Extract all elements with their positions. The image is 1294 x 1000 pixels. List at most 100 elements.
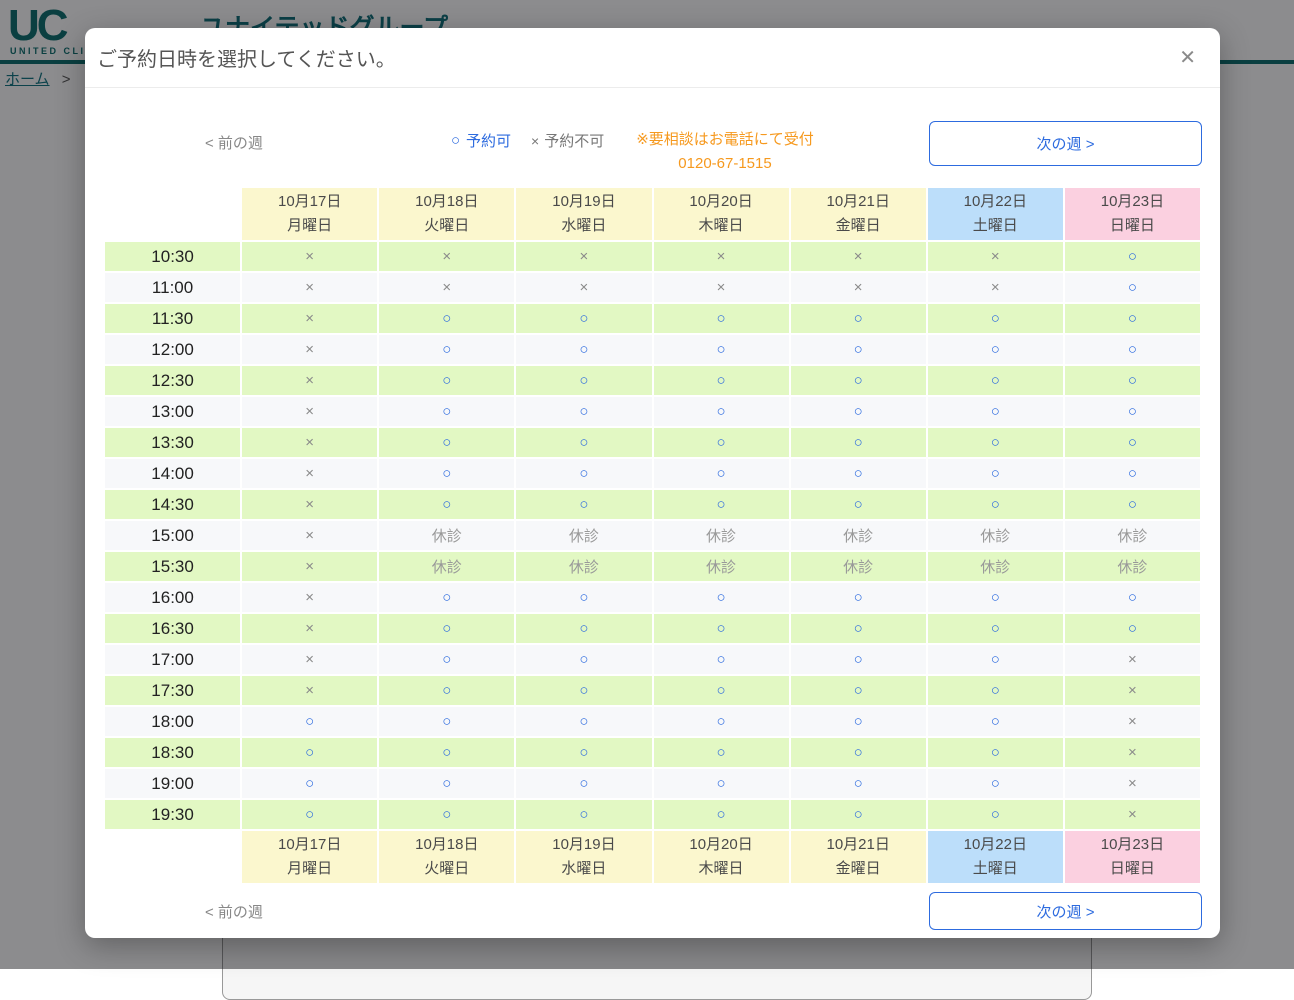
- slot-available-cell[interactable]: ○: [378, 644, 515, 675]
- slot-available-cell[interactable]: ○: [515, 737, 652, 768]
- slot-available-cell[interactable]: ○: [1064, 303, 1201, 334]
- slot-available-cell[interactable]: ○: [515, 613, 652, 644]
- slot-available-cell[interactable]: ○: [927, 396, 1064, 427]
- slot-available-cell[interactable]: ○: [653, 582, 790, 613]
- slot-available-cell[interactable]: ○: [241, 799, 378, 830]
- slot-available-cell[interactable]: ○: [927, 768, 1064, 799]
- slot-available-cell[interactable]: ○: [515, 396, 652, 427]
- slot-available-cell[interactable]: ○: [790, 365, 927, 396]
- slot-available-cell[interactable]: ○: [653, 737, 790, 768]
- slot-available-cell[interactable]: ○: [515, 489, 652, 520]
- slot-available-cell[interactable]: ○: [790, 644, 927, 675]
- slot-available-cell[interactable]: ○: [790, 582, 927, 613]
- slot-available-cell[interactable]: ○: [378, 706, 515, 737]
- slot-available-cell[interactable]: ○: [1064, 396, 1201, 427]
- slot-available-cell[interactable]: ○: [653, 768, 790, 799]
- slot-available-cell[interactable]: ○: [378, 675, 515, 706]
- slot-available-cell[interactable]: ○: [515, 303, 652, 334]
- slot-available-cell[interactable]: ○: [927, 675, 1064, 706]
- slot-available-cell[interactable]: ○: [927, 489, 1064, 520]
- slot-available-cell[interactable]: ○: [927, 365, 1064, 396]
- slot-row: 16:30×○○○○○○: [104, 613, 1201, 644]
- slot-available-cell[interactable]: ○: [378, 458, 515, 489]
- slot-available-cell[interactable]: ○: [515, 799, 652, 830]
- slot-available-cell[interactable]: ○: [378, 303, 515, 334]
- slot-available-cell[interactable]: ○: [927, 458, 1064, 489]
- slot-available-cell[interactable]: ○: [515, 675, 652, 706]
- day-header-cell: 10月18日火曜日: [378, 187, 515, 241]
- slot-available-cell[interactable]: ○: [927, 334, 1064, 365]
- slot-available-cell[interactable]: ○: [515, 427, 652, 458]
- prev-week-link[interactable]: < 前の週: [205, 901, 263, 922]
- slot-available-cell[interactable]: ○: [378, 768, 515, 799]
- slot-available-cell[interactable]: ○: [1064, 365, 1201, 396]
- slot-available-cell[interactable]: ○: [515, 706, 652, 737]
- slot-available-cell[interactable]: ○: [378, 799, 515, 830]
- slot-available-cell[interactable]: ○: [790, 303, 927, 334]
- slot-available-cell[interactable]: ○: [653, 365, 790, 396]
- slot-available-cell[interactable]: ○: [927, 582, 1064, 613]
- slot-available-cell[interactable]: ○: [653, 613, 790, 644]
- slot-available-cell[interactable]: ○: [378, 737, 515, 768]
- slot-available-cell[interactable]: ○: [790, 427, 927, 458]
- slot-available-cell[interactable]: ○: [1064, 334, 1201, 365]
- slot-available-cell[interactable]: ○: [653, 458, 790, 489]
- slot-available-cell[interactable]: ○: [790, 489, 927, 520]
- slot-available-cell[interactable]: ○: [790, 396, 927, 427]
- slot-available-cell[interactable]: ○: [378, 613, 515, 644]
- slot-available-cell[interactable]: ○: [515, 365, 652, 396]
- slot-available-cell[interactable]: ○: [927, 799, 1064, 830]
- slot-available-cell[interactable]: ○: [927, 737, 1064, 768]
- prev-week-link[interactable]: < 前の週: [205, 132, 263, 153]
- slot-available-cell[interactable]: ○: [515, 582, 652, 613]
- slot-available-cell[interactable]: ○: [1064, 489, 1201, 520]
- slot-available-cell[interactable]: ○: [378, 489, 515, 520]
- slot-available-cell[interactable]: ○: [927, 613, 1064, 644]
- slot-available-cell[interactable]: ○: [1064, 272, 1201, 303]
- slot-available-cell[interactable]: ○: [515, 458, 652, 489]
- slot-available-cell[interactable]: ○: [1064, 582, 1201, 613]
- slot-available-cell[interactable]: ○: [241, 706, 378, 737]
- slot-available-cell[interactable]: ○: [378, 365, 515, 396]
- slot-available-cell[interactable]: ○: [790, 706, 927, 737]
- time-cell: 12:30: [104, 365, 241, 396]
- slot-available-cell[interactable]: ○: [653, 396, 790, 427]
- slot-available-cell[interactable]: ○: [1064, 241, 1201, 272]
- slot-available-cell[interactable]: ○: [653, 706, 790, 737]
- slot-available-cell[interactable]: ○: [790, 737, 927, 768]
- slot-available-cell[interactable]: ○: [241, 768, 378, 799]
- slot-row: 18:00○○○○○○×: [104, 706, 1201, 737]
- slot-available-cell[interactable]: ○: [241, 737, 378, 768]
- slot-available-cell[interactable]: ○: [790, 334, 927, 365]
- slot-available-cell[interactable]: ○: [378, 427, 515, 458]
- slot-available-cell[interactable]: ○: [1064, 458, 1201, 489]
- slot-available-cell[interactable]: ○: [653, 675, 790, 706]
- next-week-button[interactable]: 次の週 >: [929, 892, 1202, 930]
- slot-available-cell[interactable]: ○: [1064, 613, 1201, 644]
- slot-available-cell[interactable]: ○: [927, 427, 1064, 458]
- slot-available-cell[interactable]: ○: [653, 489, 790, 520]
- slot-available-cell[interactable]: ○: [378, 396, 515, 427]
- slot-available-cell[interactable]: ○: [927, 303, 1064, 334]
- slot-available-cell[interactable]: ○: [378, 582, 515, 613]
- close-icon[interactable]: ✕: [1179, 48, 1196, 68]
- slot-available-cell[interactable]: ○: [790, 768, 927, 799]
- slot-available-cell[interactable]: ○: [1064, 427, 1201, 458]
- slot-available-cell[interactable]: ○: [790, 613, 927, 644]
- slot-available-cell[interactable]: ○: [790, 675, 927, 706]
- slot-available-cell[interactable]: ○: [927, 706, 1064, 737]
- slot-available-cell[interactable]: ○: [653, 644, 790, 675]
- slot-available-cell[interactable]: ○: [515, 334, 652, 365]
- slot-available-cell[interactable]: ○: [790, 458, 927, 489]
- slot-available-cell[interactable]: ○: [378, 334, 515, 365]
- slot-available-cell[interactable]: ○: [515, 768, 652, 799]
- next-week-button[interactable]: 次の週 >: [929, 121, 1202, 166]
- slot-available-cell[interactable]: ○: [927, 644, 1064, 675]
- time-cell: 19:30: [104, 799, 241, 830]
- slot-available-cell[interactable]: ○: [653, 303, 790, 334]
- slot-available-cell[interactable]: ○: [653, 334, 790, 365]
- slot-available-cell[interactable]: ○: [653, 799, 790, 830]
- slot-available-cell[interactable]: ○: [790, 799, 927, 830]
- slot-available-cell[interactable]: ○: [515, 644, 652, 675]
- slot-available-cell[interactable]: ○: [653, 427, 790, 458]
